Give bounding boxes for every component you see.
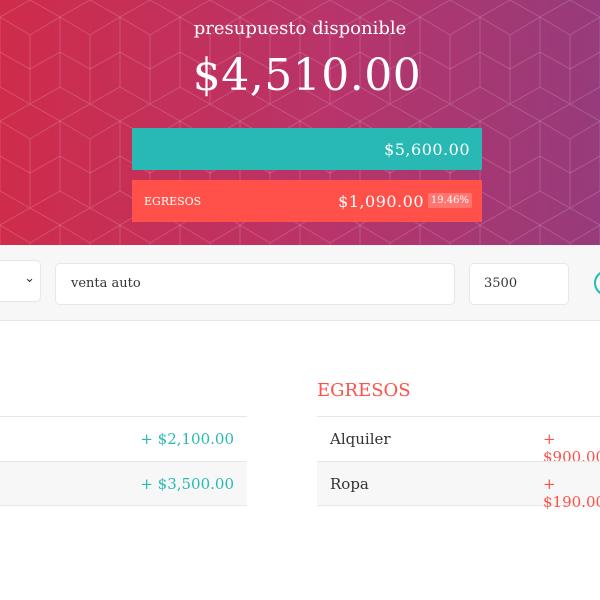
expense-total-value: $1,090.00 xyxy=(338,192,424,211)
income-list-item: + $2,100.00 xyxy=(0,416,247,461)
income-item-value: + $3,500.00 xyxy=(140,475,234,493)
available-budget-value: $4,510.00 xyxy=(192,50,422,101)
chevron-down-icon: ⌄ xyxy=(24,271,35,286)
expense-item-value: + $190.00 xyxy=(543,475,600,511)
expense-list-item: Ropa + $190.00 xyxy=(317,461,600,511)
add-check-button[interactable] xyxy=(594,270,600,296)
expense-summary-bar: Egresos $1,090.00 19.46% xyxy=(132,180,482,222)
income-list-item: + $3,500.00 xyxy=(0,461,247,506)
expense-item-description: Ropa xyxy=(330,475,369,493)
expense-summary-label: Egresos xyxy=(144,195,202,208)
income-summary-bar: $5,600.00 xyxy=(132,128,482,170)
expense-percentage-badge: 19.46% xyxy=(427,193,472,208)
amount-input[interactable]: 3500 xyxy=(469,263,569,305)
add-item-bar: ⌄ venta auto 3500 xyxy=(0,245,600,321)
income-total-value: $5,600.00 xyxy=(384,140,470,159)
income-item-value: + $2,100.00 xyxy=(140,430,234,448)
type-select[interactable]: ⌄ xyxy=(0,260,41,302)
budget-header: presupuesto disponible $4,510.00 $5,600.… xyxy=(0,0,600,245)
budget-title: presupuesto disponible xyxy=(193,18,407,39)
expense-item-description: Alquiler xyxy=(330,430,391,448)
description-input[interactable]: venta auto xyxy=(55,263,455,305)
expense-list-item: Alquiler + $900.00 xyxy=(317,416,600,466)
expenses-heading: Egresos xyxy=(317,380,411,401)
